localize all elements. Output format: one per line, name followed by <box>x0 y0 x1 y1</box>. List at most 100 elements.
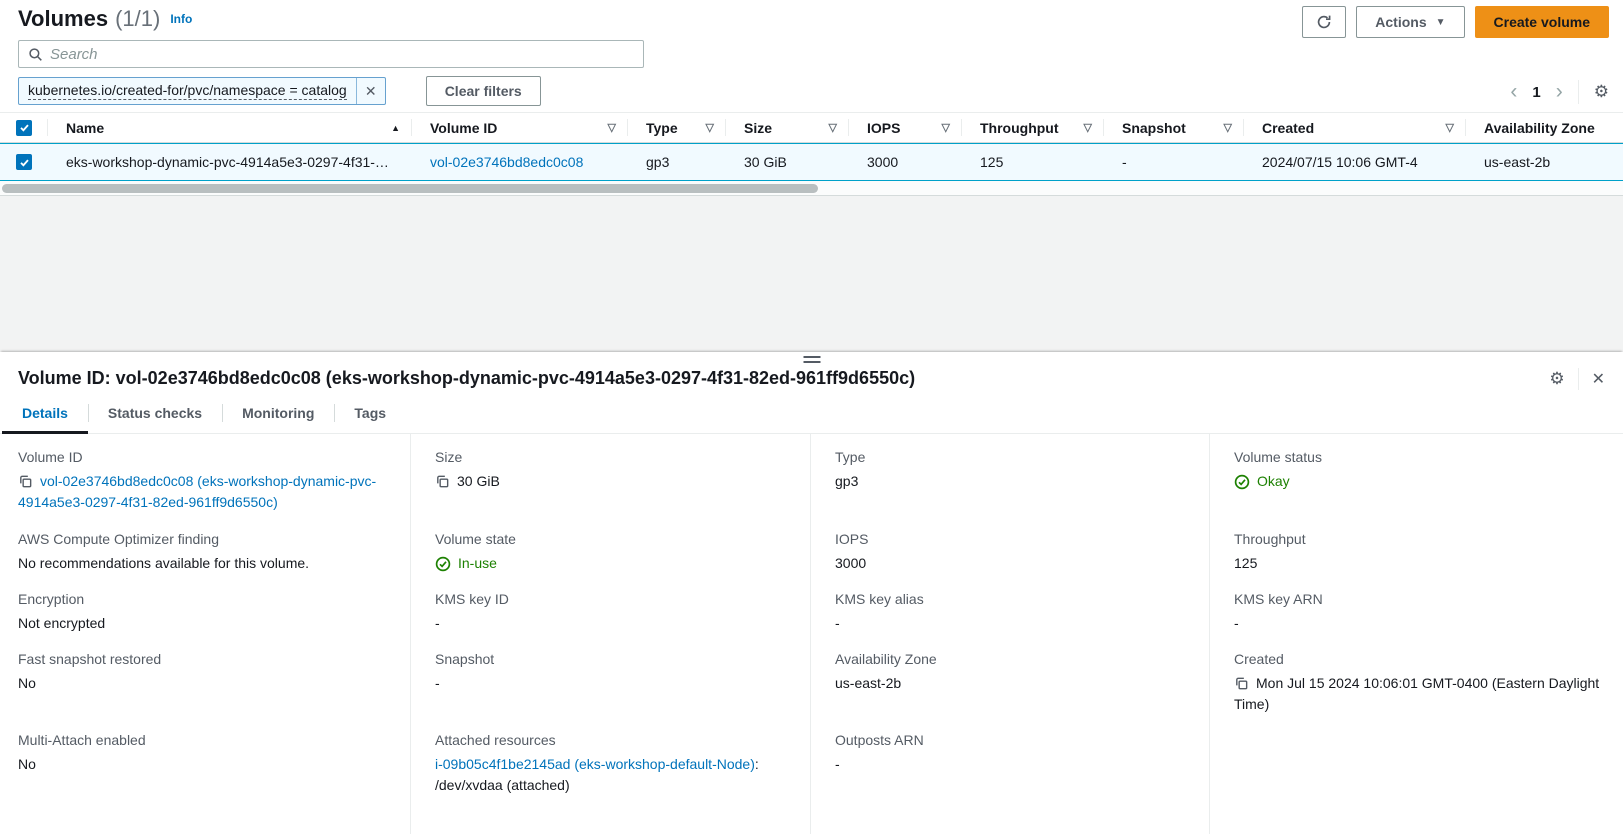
panel-tabs: Details Status checks Monitoring Tags <box>0 393 1623 434</box>
copy-icon[interactable] <box>18 474 33 489</box>
panel-preferences-gear-icon[interactable]: ⚙ <box>1549 369 1564 389</box>
actions-button[interactable]: Actions ▼ <box>1356 6 1464 38</box>
search-icon <box>28 47 43 62</box>
field-multi-attach: Multi-Attach enabled No <box>0 717 410 834</box>
next-page-icon[interactable]: › <box>1556 82 1563 102</box>
filter-token-text: kubernetes.io/created-for/pvc/namespace … <box>19 78 356 104</box>
table-header-row: Name ▲ Volume ID ▽ Type ▽ Size ▽ IOPS ▽ … <box>0 112 1623 143</box>
column-header-size[interactable]: Size ▽ <box>726 113 849 142</box>
horizontal-scrollbar-thumb[interactable] <box>2 184 818 193</box>
volume-details-panel: Volume ID: vol-02e3746bd8edc0c08 (eks-wo… <box>0 352 1623 834</box>
filter-token: kubernetes.io/created-for/pvc/namespace … <box>18 77 386 105</box>
column-header-volume-id[interactable]: Volume ID ▽ <box>412 113 628 142</box>
column-header-type[interactable]: Type ▽ <box>628 113 726 142</box>
cell-iops: 3000 <box>849 144 962 180</box>
refresh-icon <box>1316 14 1332 30</box>
sort-icon[interactable]: ▽ <box>1224 121 1232 134</box>
field-kms-key-alias: KMS key alias - <box>810 576 1209 636</box>
column-label: IOPS <box>867 120 900 136</box>
column-header-throughput[interactable]: Throughput ▽ <box>962 113 1104 142</box>
table-preferences-gear-icon[interactable]: ⚙ <box>1594 82 1609 102</box>
field-size: Size 30 GiB <box>410 434 810 516</box>
field-volume-id: Volume ID vol-02e3746bd8edc0c08 (eks-wor… <box>0 434 410 516</box>
column-header-iops[interactable]: IOPS ▽ <box>849 113 962 142</box>
attached-device: /dev/xvdaa (attached) <box>435 775 794 796</box>
column-label: Snapshot <box>1122 120 1186 136</box>
sort-icon[interactable]: ▽ <box>829 121 837 134</box>
refresh-button[interactable] <box>1302 6 1346 38</box>
check-icon <box>19 122 30 133</box>
volume-id-detail-link[interactable]: vol-02e3746bd8edc0c08 (eks-workshop-dyna… <box>18 473 376 510</box>
volume-id-link[interactable]: vol-02e3746bd8edc0c08 <box>430 154 583 170</box>
table-row[interactable]: eks-workshop-dynamic-pvc-4914a5e3-0297-4… <box>0 143 1623 181</box>
panel-title: Volume ID: vol-02e3746bd8edc0c08 (eks-wo… <box>18 366 975 390</box>
panel-actions-divider <box>1578 368 1579 390</box>
state-badge: In-use <box>458 553 497 574</box>
cell-name: eks-workshop-dynamic-pvc-4914a5e3-0297-4… <box>48 144 412 180</box>
field-kms-key-id: KMS key ID - <box>410 576 810 636</box>
sort-icon[interactable]: ▽ <box>1446 121 1454 134</box>
empty-cell <box>1209 717 1623 834</box>
clear-filters-label: Clear filters <box>445 83 522 99</box>
filter-bar: kubernetes.io/created-for/pvc/namespace … <box>18 76 541 106</box>
column-header-snapshot[interactable]: Snapshot ▽ <box>1104 113 1244 142</box>
pagination-divider <box>1578 80 1579 104</box>
field-outposts-arn: Outposts ARN - <box>810 717 1209 834</box>
field-throughput: Throughput 125 <box>1209 516 1623 576</box>
status-ok-icon <box>435 556 451 572</box>
select-all-cell <box>0 113 48 142</box>
previous-page-icon[interactable]: ‹ <box>1510 82 1517 102</box>
tab-monitoring[interactable]: Monitoring <box>222 393 334 433</box>
close-panel-icon[interactable]: ✕ <box>1592 369 1605 389</box>
field-type: Type gp3 <box>810 434 1209 516</box>
attached-instance-link[interactable]: i-09b05c4f1be2145ad (eks-workshop-defaul… <box>435 756 755 772</box>
search-row <box>18 40 644 68</box>
cell-availability-zone: us-east-2b <box>1466 144 1623 180</box>
sort-icon[interactable]: ▽ <box>942 121 950 134</box>
page-number[interactable]: 1 <box>1532 84 1540 101</box>
field-compute-optimizer: AWS Compute Optimizer finding No recomme… <box>0 516 410 576</box>
actions-button-label: Actions <box>1375 14 1426 30</box>
toolbar: Actions ▼ Create volume <box>1302 6 1609 38</box>
sort-icon[interactable]: ▽ <box>1084 121 1092 134</box>
select-all-checkbox[interactable] <box>16 120 32 136</box>
pagination: ‹ 1 › ⚙ <box>1510 80 1609 104</box>
info-link[interactable]: Info <box>170 12 192 26</box>
tab-status-checks[interactable]: Status checks <box>88 393 222 433</box>
column-header-name[interactable]: Name ▲ <box>48 113 412 142</box>
field-fast-snapshot-restored: Fast snapshot restored No <box>0 636 410 717</box>
row-select-cell <box>0 144 48 180</box>
field-attached-resources: Attached resources i-09b05c4f1be2145ad (… <box>410 717 810 834</box>
page-header: Volumes (1/1) Info Actions ▼ Create volu… <box>18 6 1609 38</box>
field-kms-key-arn: KMS key ARN - <box>1209 576 1623 636</box>
column-label: Volume ID <box>430 120 497 136</box>
panel-resize-handle[interactable] <box>803 356 820 363</box>
cell-type: gp3 <box>628 144 726 180</box>
status-ok-icon <box>1234 474 1250 490</box>
cell-created: 2024/07/15 10:06 GMT-4 <box>1244 144 1466 180</box>
column-label: Throughput <box>980 120 1059 136</box>
remove-filter-icon[interactable]: ✕ <box>356 78 385 104</box>
sort-icon[interactable]: ▽ <box>706 121 714 134</box>
field-availability-zone: Availability Zone us-east-2b <box>810 636 1209 717</box>
search-box[interactable] <box>18 40 644 68</box>
field-volume-state: Volume state In-use <box>410 516 810 576</box>
volumes-table: Name ▲ Volume ID ▽ Type ▽ Size ▽ IOPS ▽ … <box>0 112 1623 196</box>
field-encryption: Encryption Not encrypted <box>0 576 410 636</box>
column-header-availability-zone[interactable]: Availability Zone <box>1466 113 1623 142</box>
column-header-created[interactable]: Created ▽ <box>1244 113 1466 142</box>
search-input[interactable] <box>50 46 634 63</box>
field-iops: IOPS 3000 <box>810 516 1209 576</box>
sort-ascending-icon[interactable]: ▲ <box>391 123 400 133</box>
copy-icon[interactable] <box>435 474 450 489</box>
copy-icon[interactable] <box>1234 676 1249 691</box>
create-volume-button[interactable]: Create volume <box>1475 6 1609 38</box>
cell-size: 30 GiB <box>726 144 849 180</box>
clear-filters-button[interactable]: Clear filters <box>426 76 541 106</box>
create-volume-button-label: Create volume <box>1494 14 1590 30</box>
tab-tags[interactable]: Tags <box>334 393 406 433</box>
row-checkbox[interactable] <box>16 154 32 170</box>
sort-icon[interactable]: ▽ <box>608 121 616 134</box>
panel-header-actions: ⚙ ✕ <box>1549 368 1605 390</box>
tab-details[interactable]: Details <box>2 393 88 433</box>
